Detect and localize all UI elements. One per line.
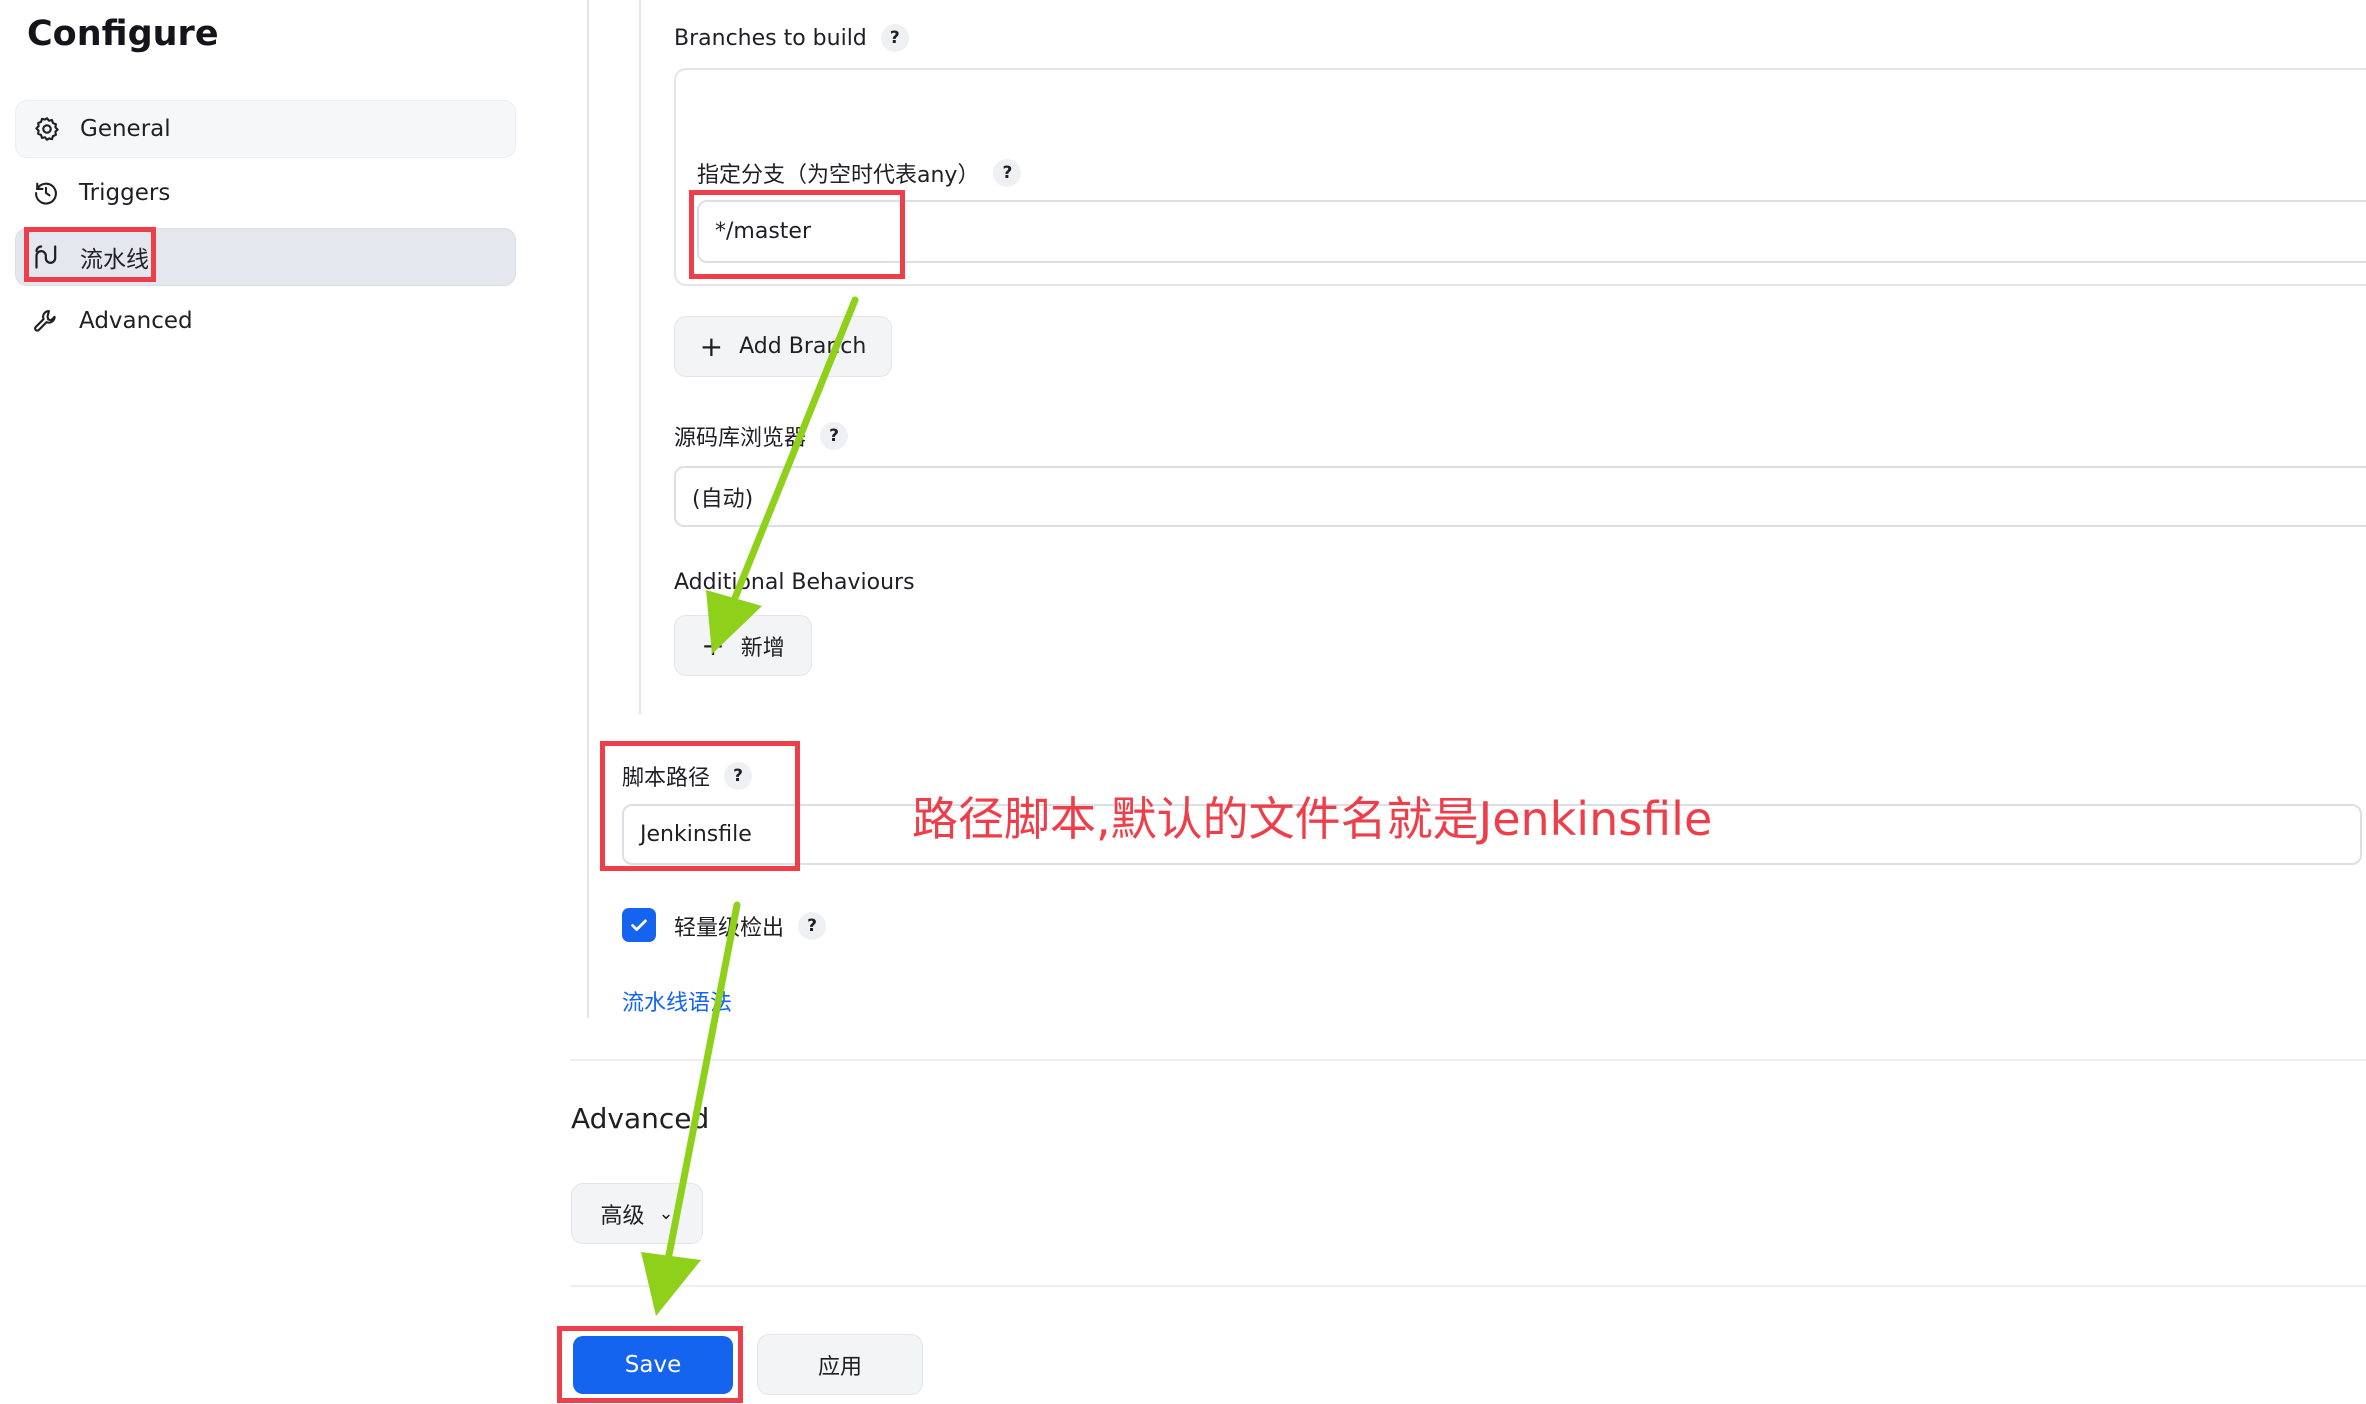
annotation-arrows: [641, 296, 859, 1316]
arrow-to-add-behaviour: [706, 296, 859, 654]
arrow-to-save: [641, 901, 741, 1316]
